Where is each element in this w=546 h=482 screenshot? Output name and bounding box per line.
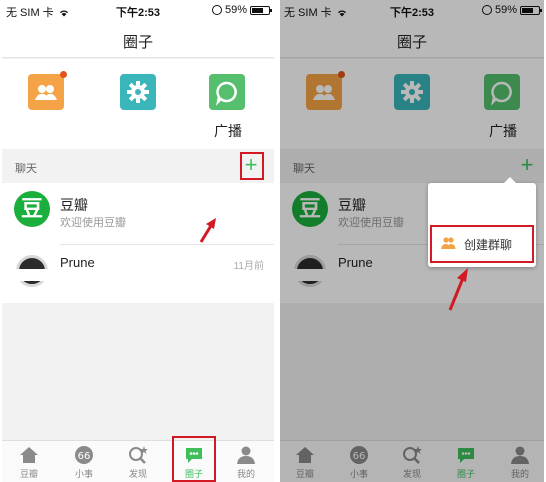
highlight-box <box>172 436 216 482</box>
page-title: 圈子 <box>122 34 153 51</box>
broadcast-label: 广播 <box>214 123 242 139</box>
status-bar: 无 SIM 卡 下午2:53 59% <box>2 0 274 20</box>
pointer-arrow <box>448 268 468 311</box>
person-icon <box>237 446 255 464</box>
settings-shortcut-button[interactable] <box>120 74 156 110</box>
chat-name: 豆瓣 <box>60 197 88 213</box>
tab-label: 我的 <box>236 469 255 479</box>
tab-bar: 豆瓣 66 小事 发现 圈子 我的 <box>2 436 274 482</box>
rotation-lock-icon <box>211 5 222 15</box>
avatar-overlap-strip <box>12 269 52 281</box>
chat-preview: 欢迎使用豆瓣 <box>60 217 126 229</box>
quote-icon: 66 <box>75 446 93 464</box>
tab-discover[interactable]: 发现 <box>118 445 158 482</box>
tab-label: 发现 <box>128 469 147 479</box>
battery-icon <box>250 5 272 15</box>
nav-bar: 圈子 <box>2 20 274 58</box>
home-icon <box>20 447 38 463</box>
row-divider <box>60 244 274 245</box>
tab-label: 豆瓣 <box>19 469 38 479</box>
broadcast-shortcut-button[interactable] <box>209 74 245 110</box>
tab-douban[interactable]: 豆瓣 <box>9 445 49 482</box>
discover-icon <box>129 446 148 464</box>
speech-bubble-icon <box>215 81 237 106</box>
notification-dot <box>60 71 67 78</box>
svg-text:66: 66 <box>78 451 91 462</box>
circle-shortcuts: 广播 <box>2 59 274 149</box>
chat-name: Prune <box>60 255 95 270</box>
highlight-box <box>430 225 534 263</box>
tab-label: 小事 <box>74 469 93 479</box>
group-icon <box>35 85 57 100</box>
douban-avatar: 豆 <box>14 191 50 227</box>
tab-mine[interactable]: 我的 <box>226 445 266 482</box>
phone-screen-after: 无 SIM 卡 下午2:53 59% 圈子 广播 聊天 + 豆 豆瓣 欢迎使用豆… <box>280 0 544 482</box>
chat-section-header: 聊天 + <box>2 150 274 183</box>
tab-xiaoshi[interactable]: 66 小事 <box>64 445 104 482</box>
popup-menu: 创建群聊 <box>428 177 536 267</box>
menu-pointer <box>504 177 516 183</box>
battery-percent: 59% <box>224 4 247 16</box>
pointer-arrow <box>199 218 216 243</box>
chat-list: 豆 豆瓣 欢迎使用豆瓣 Prune 11月前 <box>2 183 274 303</box>
chat-section-label: 聊天 <box>15 163 37 175</box>
chat-time: 11月前 <box>233 261 264 272</box>
phone-screen-before: 无 SIM 卡 下午2:53 59% 圈子 广播 聊天 + 豆 豆瓣 欢迎使用豆… <box>2 0 274 482</box>
group-shortcut-button[interactable] <box>28 71 67 110</box>
highlight-box <box>240 152 264 180</box>
gear-icon <box>127 81 149 103</box>
